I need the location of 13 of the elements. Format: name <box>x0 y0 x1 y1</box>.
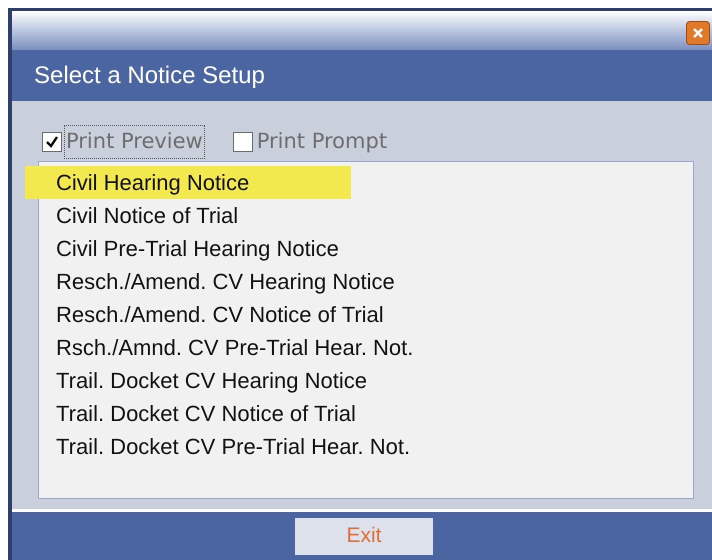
list-item[interactable]: Civil Notice of Trial <box>39 199 693 232</box>
checkmark-icon <box>45 135 59 150</box>
list-item[interactable]: Civil Pre-Trial Hearing Notice <box>39 232 693 266</box>
list-item[interactable]: Trail. Docket CV Hearing Notice <box>39 364 693 398</box>
list-item[interactable]: Rsch./Amnd. CV Pre-Trial Hear. Not. <box>39 331 693 364</box>
list-item[interactable]: Trail. Docket CV Notice of Trial <box>39 397 693 430</box>
window-title: Select a Notice Setup <box>34 60 265 91</box>
close-icon <box>692 27 704 39</box>
close-button[interactable] <box>686 21 710 45</box>
list-item[interactable]: Trail. Docket CV Pre-Trial Hear. Not. <box>39 430 693 464</box>
list-item[interactable]: Resch./Amend. CV Hearing Notice <box>39 265 693 298</box>
list-item[interactable]: Resch./Amend. CV Notice of Trial <box>39 298 693 332</box>
list-item[interactable]: Civil Hearing Notice <box>25 166 351 200</box>
